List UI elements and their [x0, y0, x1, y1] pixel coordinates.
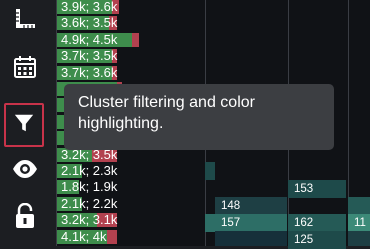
volume-label: 3.7k; 3.5k	[61, 48, 118, 64]
volume-label: 3.6k; 3.5k	[61, 15, 118, 31]
left-toolbar	[0, 0, 56, 246]
volume-row: 3.7k; 3.5k	[57, 48, 207, 65]
cluster-cell-empty	[348, 197, 370, 214]
volume-row: 4.1k; 4k	[57, 228, 207, 246]
volume-row: 3.7k; 3.6k	[57, 64, 207, 82]
calendar-icon	[13, 55, 37, 84]
volume-row: 2.1k; 2.3k	[57, 163, 207, 180]
filter-tooltip: Cluster filtering and color highlighting…	[64, 84, 334, 150]
volume-label: 3.7k; 3.6k	[61, 64, 118, 80]
volume-row: 2.1k; 2.2k	[57, 195, 207, 213]
volume-row: 1.8k; 1.9k	[57, 179, 207, 196]
volume-label: 3.2k; 3.1k	[61, 212, 118, 228]
cluster-cell-empty	[215, 231, 287, 246]
unlock-icon	[14, 202, 36, 234]
volume-row: 3.6k; 3.5k	[57, 15, 207, 32]
volume-row: 4.9k; 4.5k	[57, 31, 207, 49]
ruler-tool-button[interactable]	[6, 3, 44, 39]
cluster-cell: 11	[348, 214, 370, 232]
filter-tool-button[interactable]	[4, 103, 44, 147]
eye-icon	[12, 159, 38, 184]
volume-label: 3.9k; 3.6k	[61, 0, 118, 14]
cluster-cell-empty	[205, 162, 215, 180]
volume-label: 1.8k; 1.9k	[61, 179, 118, 195]
ruler-icon	[13, 7, 37, 36]
cluster-cell-empty	[205, 214, 215, 232]
cluster-cell: 153	[288, 180, 346, 198]
volume-label: 2.1k; 2.2k	[61, 195, 118, 211]
tooltip-text: Cluster filtering and color highlighting…	[78, 94, 255, 132]
cluster-cell: 125	[288, 231, 346, 249]
cluster-cell-empty	[348, 231, 370, 246]
lock-tool-button[interactable]	[6, 200, 44, 236]
cluster-cell: 148	[215, 197, 287, 215]
visibility-tool-button[interactable]	[6, 153, 44, 189]
volume-row: 3.9k; 3.6k	[57, 0, 207, 16]
volume-label: 4.1k; 4k	[61, 228, 107, 244]
volume-label: 4.9k; 4.5k	[61, 31, 118, 47]
cluster-cell: 162	[288, 214, 346, 232]
calendar-tool-button[interactable]	[6, 51, 44, 87]
cluster-cell: 157	[215, 214, 287, 232]
volume-row: 3.2k; 3.1k	[57, 212, 207, 229]
filter-icon	[13, 112, 35, 139]
volume-label: 2.1k; 2.3k	[61, 163, 118, 178]
